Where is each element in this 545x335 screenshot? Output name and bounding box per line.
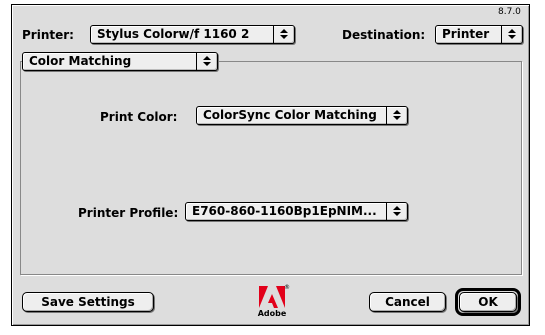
destination-label: Destination: — [342, 28, 426, 42]
printer-profile-popup[interactable]: E760-860-1160Bp1EpNIM... — [185, 202, 408, 221]
cancel-button[interactable]: Cancel — [369, 292, 446, 312]
printer-profile-label: Printer Profile: — [78, 206, 179, 220]
destination-popup[interactable]: Printer — [435, 25, 523, 44]
print-color-popup[interactable]: ColorSync Color Matching — [196, 106, 408, 125]
updown-arrows-icon — [386, 107, 407, 124]
color-matching-group — [20, 61, 522, 275]
print-dialog: 8.7.0 Printer: Stylus Colorw/f 1160 2 De… — [11, 4, 530, 326]
panel-popup[interactable]: Color Matching — [22, 52, 218, 71]
printer-profile-popup-value: E760-860-1160Bp1EpNIM... — [192, 204, 377, 218]
save-settings-button[interactable]: Save Settings — [22, 292, 154, 312]
updown-arrows-icon — [273, 26, 294, 43]
print-color-label: Print Color: — [100, 110, 178, 124]
printer-popup[interactable]: Stylus Colorw/f 1160 2 — [90, 25, 295, 44]
updown-arrows-icon — [501, 26, 522, 43]
updown-arrows-icon — [196, 53, 217, 70]
version-label: 8.7.0 — [498, 7, 521, 17]
print-color-popup-value: ColorSync Color Matching — [203, 108, 377, 122]
destination-popup-value: Printer — [442, 27, 490, 41]
adobe-logo-text: Adobe — [257, 309, 287, 318]
ok-button[interactable]: OK — [459, 292, 517, 312]
updown-arrows-icon — [386, 203, 407, 220]
panel-popup-value: Color Matching — [29, 54, 132, 68]
adobe-logo-icon: ® Adobe — [257, 284, 290, 318]
printer-popup-value: Stylus Colorw/f 1160 2 — [97, 27, 250, 41]
printer-label: Printer: — [22, 28, 74, 42]
